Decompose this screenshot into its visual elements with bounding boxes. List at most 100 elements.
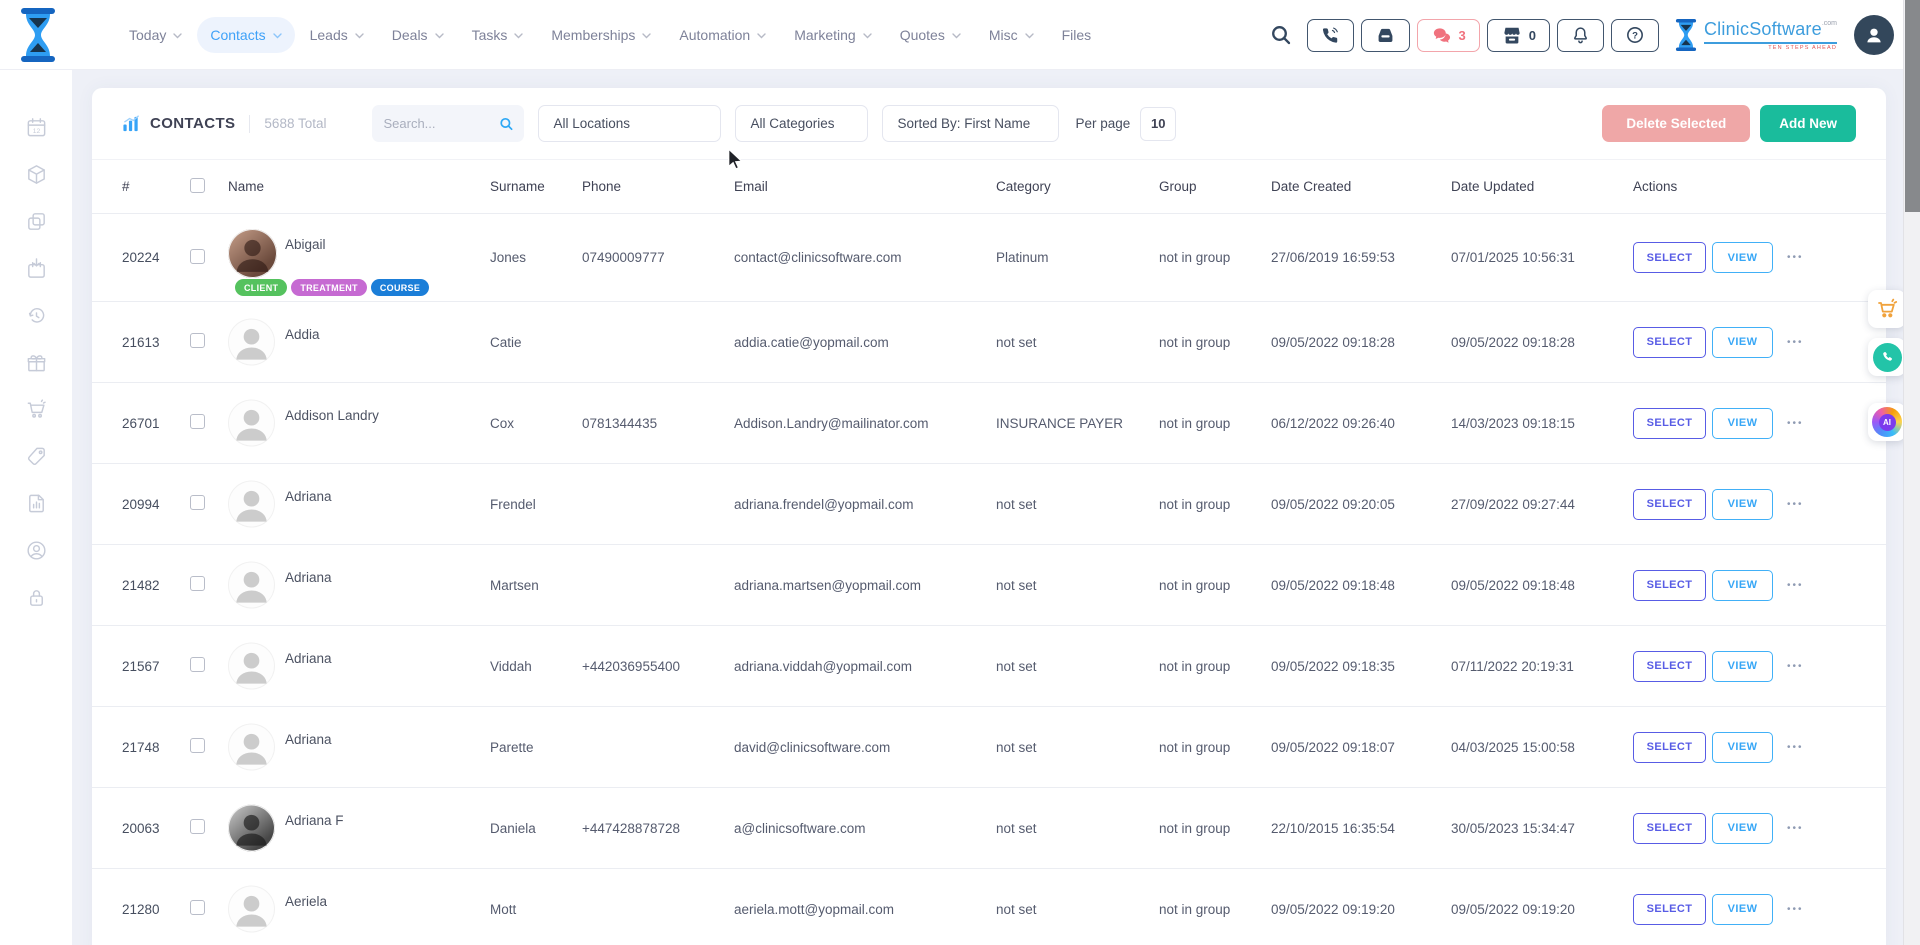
select-button[interactable]: SELECT xyxy=(1633,894,1706,925)
nav-item-misc[interactable]: Misc xyxy=(976,17,1047,53)
select-button[interactable]: SELECT xyxy=(1633,489,1706,520)
row-more-button[interactable]: ••• xyxy=(1787,742,1804,753)
sidebar-packages-icon[interactable] xyxy=(25,163,48,186)
nav-item-today[interactable]: Today xyxy=(116,17,195,53)
cell-date-updated: 09/05/2022 09:18:28 xyxy=(1451,335,1633,350)
nav-item-contacts[interactable]: Contacts xyxy=(197,17,294,53)
notifications-button[interactable] xyxy=(1557,19,1604,52)
nav-item-quotes[interactable]: Quotes xyxy=(887,17,974,53)
add-new-button[interactable]: Add New xyxy=(1760,105,1856,142)
search-icon[interactable] xyxy=(499,115,514,133)
select-button[interactable]: SELECT xyxy=(1633,408,1706,439)
nav-item-automation[interactable]: Automation xyxy=(666,17,779,53)
contact-name: Aeriela xyxy=(285,894,327,909)
per-page-input[interactable] xyxy=(1140,107,1176,141)
sidebar-security-icon[interactable] xyxy=(25,586,48,609)
row-checkbox[interactable] xyxy=(190,819,205,834)
view-button[interactable]: VIEW xyxy=(1712,651,1773,682)
chat-button[interactable]: 3 xyxy=(1417,19,1480,52)
user-avatar[interactable] xyxy=(1854,15,1894,55)
row-more-button[interactable]: ••• xyxy=(1787,418,1804,429)
app-logo-hourglass-icon[interactable] xyxy=(18,8,58,62)
view-button[interactable]: VIEW xyxy=(1712,242,1773,273)
select-button[interactable]: SELECT xyxy=(1633,242,1706,273)
sidebar-bookings-icon[interactable] xyxy=(25,257,48,280)
select-button[interactable]: SELECT xyxy=(1633,732,1706,763)
cell-name: Adriana xyxy=(228,707,490,787)
avatar xyxy=(228,481,275,528)
sidebar-gifts-icon[interactable] xyxy=(25,351,48,374)
delete-selected-button[interactable]: Delete Selected xyxy=(1602,105,1750,142)
table-body: 20224AbigailCLIENTTREATMENTCOURSEJones07… xyxy=(92,213,1886,945)
select-button[interactable]: SELECT xyxy=(1633,570,1706,601)
table-row: 20224AbigailCLIENTTREATMENTCOURSEJones07… xyxy=(92,213,1886,301)
global-search-icon[interactable] xyxy=(1270,24,1292,46)
inbox-button[interactable] xyxy=(1361,19,1410,52)
filter-select-sorted-by-first-name[interactable]: Sorted By: First Name xyxy=(882,105,1059,142)
sidebar-calendar-icon[interactable]: 12 xyxy=(25,116,48,139)
row-checkbox[interactable] xyxy=(190,414,205,429)
row-more-button[interactable]: ••• xyxy=(1787,823,1804,834)
column-header-surname: Surname xyxy=(490,179,582,194)
sidebar-vouchers-icon[interactable] xyxy=(25,445,48,468)
sidebar-cart-icon[interactable] xyxy=(25,398,48,421)
view-button[interactable]: VIEW xyxy=(1712,570,1773,601)
sidebar-pages-icon[interactable] xyxy=(25,210,48,233)
row-checkbox[interactable] xyxy=(190,900,205,915)
sidebar-reports-icon[interactable] xyxy=(25,492,48,515)
row-checkbox[interactable] xyxy=(190,249,205,264)
nav-item-files[interactable]: Files xyxy=(1049,17,1105,53)
nav-item-marketing[interactable]: Marketing xyxy=(781,17,884,53)
view-button[interactable]: VIEW xyxy=(1712,327,1773,358)
view-button[interactable]: VIEW xyxy=(1712,813,1773,844)
store-button[interactable]: 0 xyxy=(1487,19,1550,52)
filter-select-all-categories[interactable]: All Categories xyxy=(735,105,868,142)
cell-name: Adriana xyxy=(228,545,490,625)
floating-cart-button[interactable] xyxy=(1868,290,1906,328)
store-count-badge: 0 xyxy=(1529,28,1536,43)
select-button[interactable]: SELECT xyxy=(1633,327,1706,358)
nav-item-deals[interactable]: Deals xyxy=(379,17,457,53)
contact-name: Adriana xyxy=(285,489,332,504)
row-more-button[interactable]: ••• xyxy=(1787,661,1804,672)
view-button[interactable]: VIEW xyxy=(1712,408,1773,439)
select-button[interactable]: SELECT xyxy=(1633,651,1706,682)
row-more-button[interactable]: ••• xyxy=(1787,337,1804,348)
view-button[interactable]: VIEW xyxy=(1712,894,1773,925)
cell-email: adriana.viddah@yopmail.com xyxy=(734,659,996,674)
filter-select-all-locations[interactable]: All Locations xyxy=(538,105,721,142)
search-input[interactable] xyxy=(383,116,490,131)
row-checkbox[interactable] xyxy=(190,576,205,591)
page-scrollbar[interactable] xyxy=(1903,0,1920,945)
select-all-checkbox[interactable] xyxy=(190,178,205,193)
row-checkbox[interactable] xyxy=(190,738,205,753)
row-checkbox[interactable] xyxy=(190,333,205,348)
row-checkbox[interactable] xyxy=(190,495,205,510)
cell-surname: Jones xyxy=(490,250,582,265)
nav-item-leads[interactable]: Leads xyxy=(297,17,377,53)
nav-item-memberships[interactable]: Memberships xyxy=(538,17,664,53)
table-row: 26701Addison LandryCox0781344435Addison.… xyxy=(92,382,1886,463)
cell-email: adriana.frendel@yopmail.com xyxy=(734,497,996,512)
select-button[interactable]: SELECT xyxy=(1633,813,1706,844)
row-more-button[interactable]: ••• xyxy=(1787,252,1804,263)
brand-suffix: .com xyxy=(1822,20,1837,27)
sidebar-history-icon[interactable] xyxy=(25,304,48,327)
cell-email: Addison.Landry@mailinator.com xyxy=(734,416,996,431)
phone-button[interactable] xyxy=(1307,19,1354,52)
ai-label: AI xyxy=(1879,414,1896,431)
view-button[interactable]: VIEW xyxy=(1712,489,1773,520)
view-button[interactable]: VIEW xyxy=(1712,732,1773,763)
scrollbar-thumb[interactable] xyxy=(1905,0,1920,212)
help-button[interactable]: ? xyxy=(1611,19,1659,52)
row-more-button[interactable]: ••• xyxy=(1787,904,1804,915)
cell-actions: SELECTVIEW ••• xyxy=(1633,242,1856,273)
filter-group: All Locations All Categories Sorted By: Fi… xyxy=(524,105,1059,142)
row-checkbox[interactable] xyxy=(190,657,205,672)
nav-item-tasks[interactable]: Tasks xyxy=(459,17,537,53)
row-more-button[interactable]: ••• xyxy=(1787,580,1804,591)
floating-ai-button[interactable]: AI xyxy=(1868,403,1906,441)
row-more-button[interactable]: ••• xyxy=(1787,499,1804,510)
sidebar-account-icon[interactable] xyxy=(25,539,48,562)
floating-whatsapp-button[interactable] xyxy=(1868,338,1906,376)
